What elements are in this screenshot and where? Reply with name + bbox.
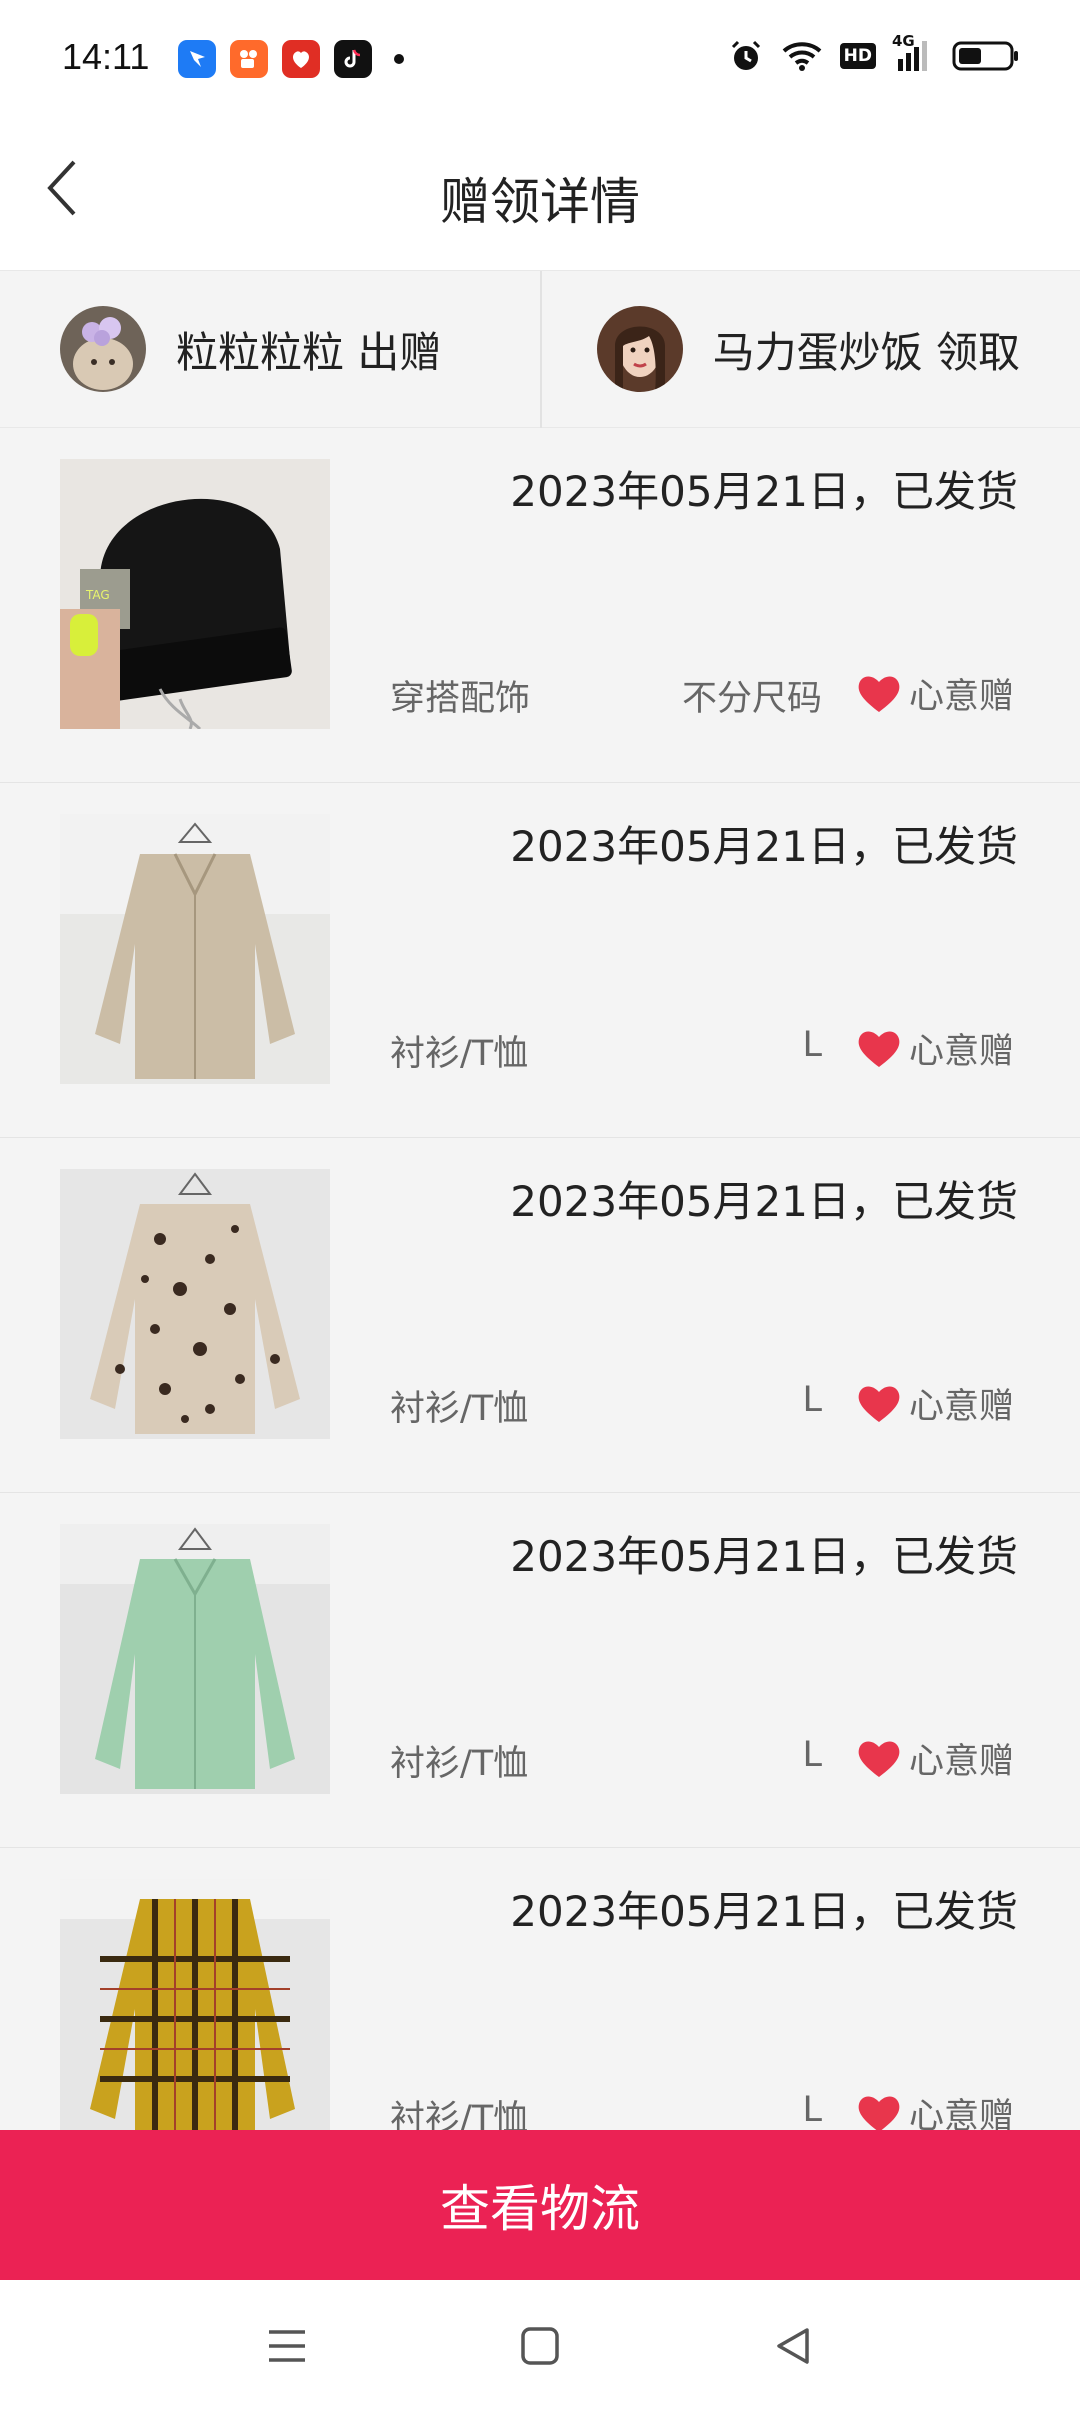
item-category: 衬衫/T恤 [390,1389,529,1429]
home-icon [521,2327,559,2365]
list-item[interactable]: 2023年05月21日，已发货 衬衫/T恤 L 心意赠 [0,1848,1080,2130]
item-size: L [802,1025,823,1065]
kuaishou-icon [230,40,268,78]
giver-avatar[interactable] [60,306,146,392]
giver-name: 粒粒粒粒 出赠 [176,327,442,377]
item-category: 穿搭配饰 [390,679,531,719]
item-category: 衬衫/T恤 [390,1744,529,1784]
menu-button[interactable] [242,2301,332,2391]
pinduoduo-icon [282,40,320,78]
item-image-mint-shirt[interactable] [60,1524,330,1794]
item-gift-tag-label: 心意赠 [908,2097,1014,2130]
item-gift-tag: 心意赠 [857,1023,1014,1074]
tiktok-icon [334,40,372,78]
receiver-avatar[interactable] [596,306,683,392]
receiver-party[interactable]: 马力蛋炒饭 领取 [520,271,1080,427]
heart-icon [858,1740,900,1777]
more-notifications-dot [394,54,404,64]
item-ship-status: 2023年05月21日，已发货 [510,822,1018,871]
item-gift-tag-label: 心意赠 [908,1387,1014,1427]
item-image-plaid-shirt[interactable] [60,1879,330,2130]
heart-icon [858,675,900,712]
menu-icon [268,2330,305,2362]
status-app-icons [178,40,404,78]
item-size: L [802,1735,823,1775]
network-type-label: 4G [892,32,915,50]
item-size: L [802,2090,823,2130]
heart-icon [858,1030,900,1067]
back-triangle-icon [777,2328,810,2364]
page-title: 赠领详情 [440,173,640,231]
page-header: 赠领详情 [0,122,1080,270]
alarm-icon [728,38,764,74]
nav-back-button[interactable] [748,2301,838,2391]
heart-icon [858,2096,900,2130]
item-ship-status: 2023年05月21日，已发货 [510,1177,1018,1226]
svg-text:TAG: TAG [85,588,110,602]
view-logistics-button[interactable]: 查看物流 [0,2130,1080,2280]
item-gift-tag: 心意赠 [857,1378,1014,1429]
item-gift-tag: 心意赠 [857,668,1014,719]
heart-icon [858,1385,900,1422]
status-system-icons: HD 4G [728,32,1020,74]
signal-4g-icon: 4G [892,32,934,74]
status-time: 14:11 [62,36,150,77]
item-size: L [802,1380,823,1420]
item-ship-status: 2023年05月21日，已发货 [510,1532,1018,1581]
list-item[interactable]: 2023年05月21日，已发货 衬衫/T恤 L 心意赠 [0,1138,1080,1493]
gift-parties-bar: 粒粒粒粒 出赠 马力蛋炒饭 领取 [0,270,1080,429]
giver-party[interactable]: 粒粒粒粒 出赠 [0,271,520,427]
home-button[interactable] [495,2301,585,2391]
list-item[interactable]: 2023年05月21日，已发货 衬衫/T恤 L 心意赠 [0,1493,1080,1848]
item-gift-tag-label: 心意赠 [908,677,1014,717]
gift-item-list[interactable]: TAG 2023年05月21日，已发货 穿搭配饰 不分尺码 心意赠 2023年0… [0,428,1080,2130]
item-gift-tag-label: 心意赠 [908,1032,1014,1072]
dingtalk-icon [178,40,216,78]
status-bar: 14:11 HD 4G [0,0,1080,122]
item-image-beige-shirt[interactable] [60,814,330,1084]
hd-label: HD [839,43,876,69]
item-ship-status: 2023年05月21日，已发货 [510,467,1018,516]
receiver-name: 马力蛋炒饭 领取 [712,327,1020,377]
list-item[interactable]: 2023年05月21日，已发货 衬衫/T恤 L 心意赠 [0,783,1080,1138]
list-item[interactable]: TAG 2023年05月21日，已发货 穿搭配饰 不分尺码 心意赠 [0,428,1080,783]
item-size: 不分尺码 [681,679,822,719]
item-category: 衬衫/T恤 [390,2099,529,2130]
item-image-leopard-shirt[interactable] [60,1169,330,1439]
hd-icon: HD [839,38,876,74]
item-gift-tag: 心意赠 [857,1733,1014,1784]
item-image-black-beanie[interactable]: TAG [60,459,330,729]
system-nav-bar [0,2280,1080,2412]
item-gift-tag: 心意赠 [857,2088,1014,2130]
item-gift-tag-label: 心意赠 [908,1742,1014,1782]
item-category: 衬衫/T恤 [390,1034,529,1074]
wifi-icon [782,38,822,74]
battery-icon [952,38,1020,74]
item-ship-status: 2023年05月21日，已发货 [510,1887,1018,1936]
